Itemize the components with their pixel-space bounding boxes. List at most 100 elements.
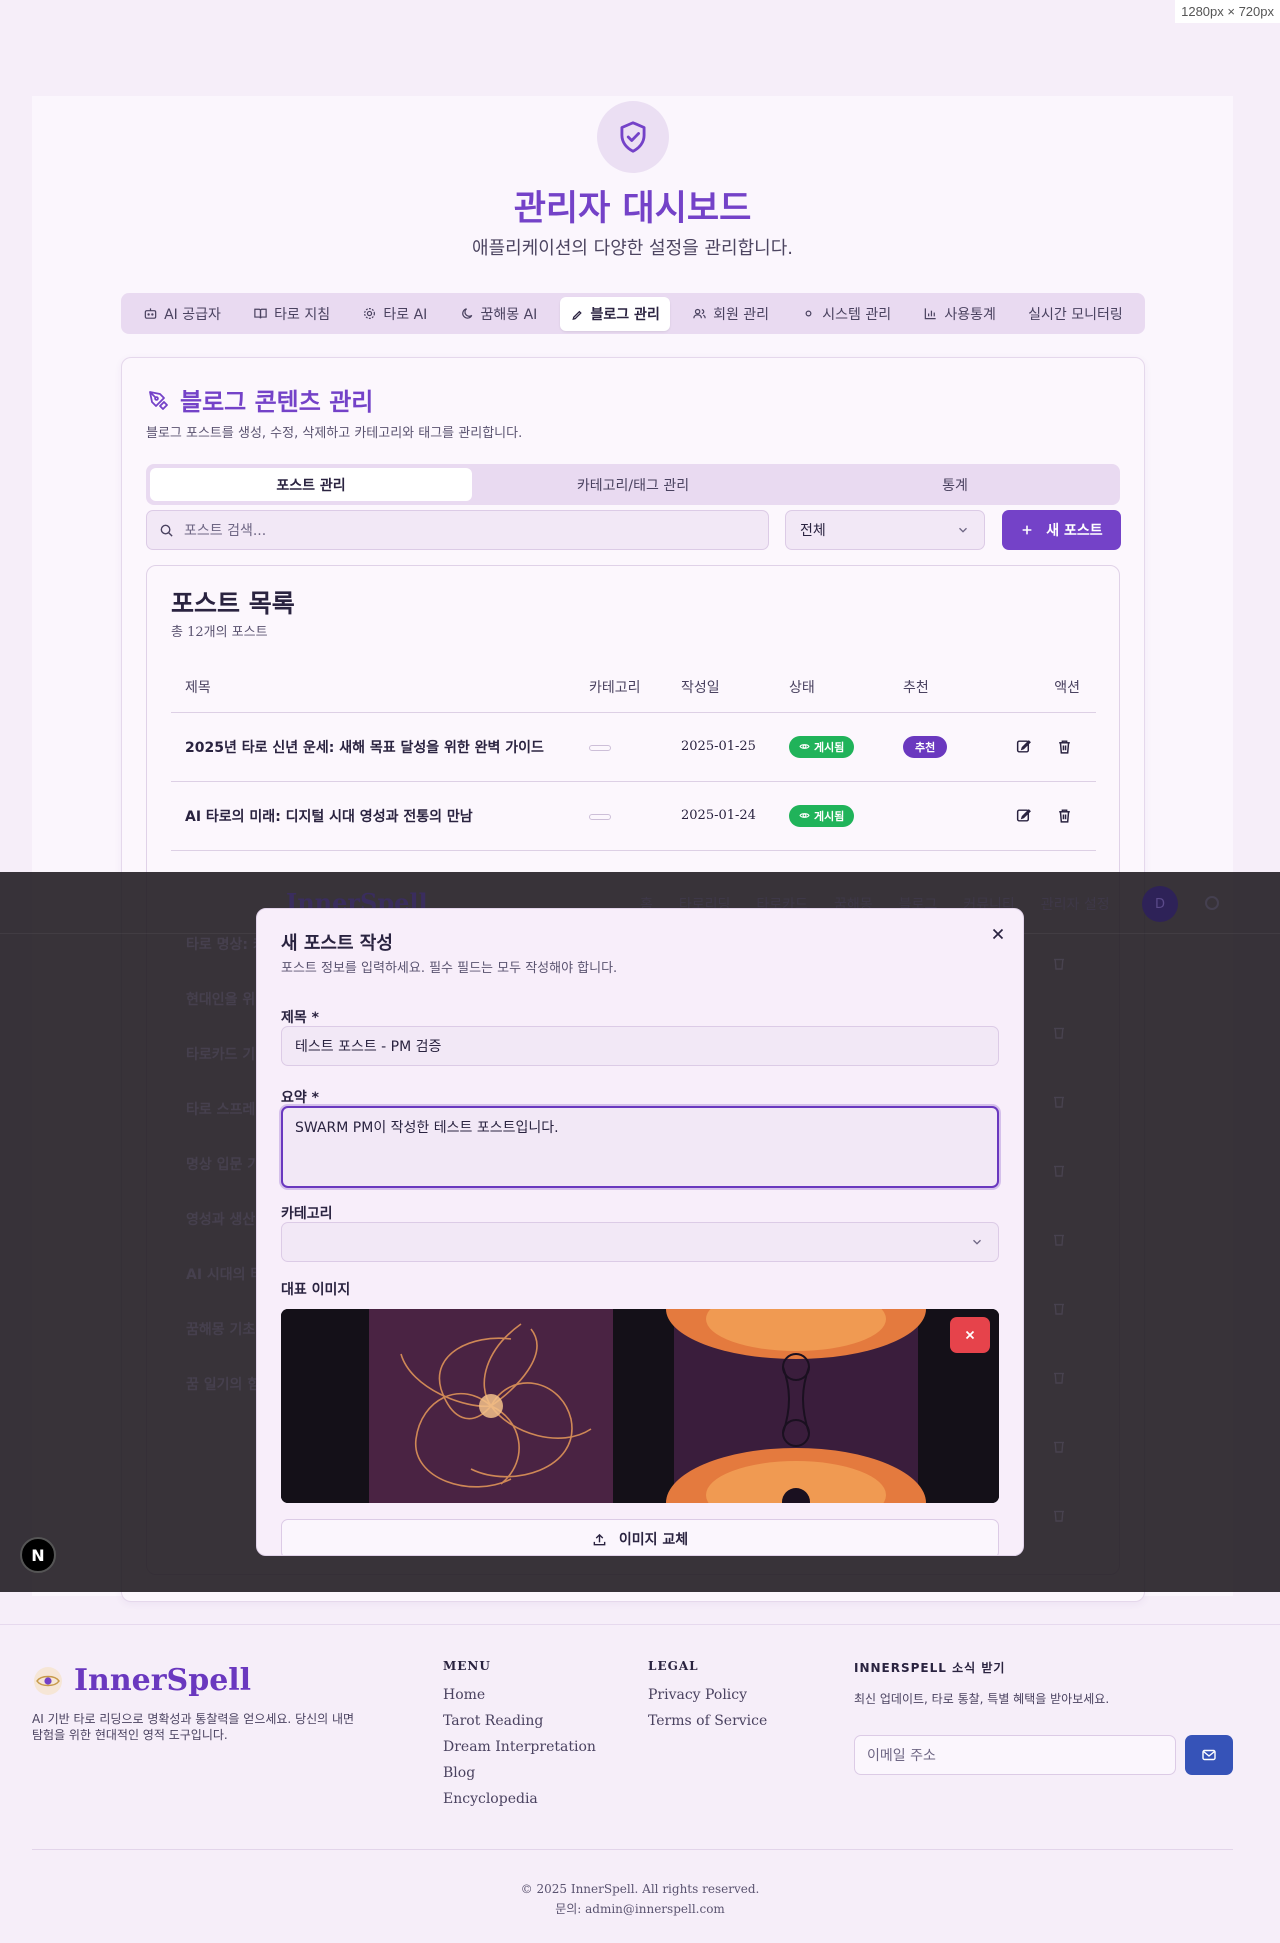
post-actions — [1001, 712, 1096, 782]
tab-label: 회원 관리 — [713, 306, 770, 323]
footer-link-home[interactable]: Home — [443, 1687, 596, 1703]
eye-logo-icon — [34, 1666, 62, 1695]
post-title: AI 타로의 미래: 디지털 시대 영성과 전통의 만남 — [171, 781, 575, 851]
title-field[interactable]: 테스트 포스트 - PM 검증 — [281, 1026, 999, 1066]
footer-tagline: AI 기반 타로 리딩으로 명확성과 통찰력을 얻으세요. 당신의 내면 탐험을… — [32, 1712, 355, 1742]
category-pill — [589, 744, 611, 751]
edit-icon[interactable] — [1015, 807, 1032, 824]
nextjs-dev-badge[interactable]: N — [20, 1537, 56, 1573]
tab-label: 실시간 모니터링 — [1028, 306, 1123, 323]
dimmed-row-title: 현대인을 위 — [186, 992, 256, 1008]
post-featured — [889, 781, 1001, 851]
featured-badge: 추천 — [903, 735, 948, 758]
dimmed-row-title: 타로카드 기 — [186, 1047, 256, 1063]
edit-icon[interactable] — [1015, 738, 1032, 755]
footer-legal-heading: LEGAL — [648, 1659, 699, 1673]
footer-link-blog[interactable]: Blog — [443, 1765, 596, 1781]
subtab-stats[interactable]: 통계 — [794, 468, 1116, 501]
col-actions: 액션 — [1001, 662, 1096, 713]
footer-divider — [32, 1849, 1233, 1850]
tab-usage-stats[interactable]: 사용통계 — [913, 297, 1006, 331]
footer-newsletter: INNERSPELL 소식 받기 최신 업데이트, 타로 통찰, 특별 혜택을 … — [854, 1659, 1234, 1789]
post-date: 2025-01-24 — [667, 781, 775, 851]
upload-icon — [593, 1533, 606, 1545]
summary-field-label: 요약 * — [281, 1090, 319, 1106]
footer-brand[interactable]: InnerSpell — [32, 1663, 251, 1698]
footer-copyright: © 2025 InnerSpell. All rights reserved. … — [0, 1879, 1280, 1919]
shield-badge — [597, 101, 669, 173]
title-field-label: 제목 * — [281, 1010, 319, 1026]
avatar: D — [1142, 886, 1178, 922]
sun-icon — [1205, 896, 1219, 910]
tab-member-management[interactable]: 회원 관리 — [682, 297, 779, 331]
col-title: 제목 — [171, 662, 575, 713]
tab-label: 타로 AI — [383, 306, 428, 323]
newsletter-description: 최신 업데이트, 타로 통찰, 특별 혜택을 받아보세요. — [854, 1692, 1110, 1706]
featured-image-preview — [281, 1309, 999, 1503]
remove-image-button[interactable] — [950, 1317, 990, 1353]
footer-link-tarot-reading[interactable]: Tarot Reading — [443, 1713, 596, 1729]
tab-tarot-ai[interactable]: 타로 AI — [352, 297, 437, 331]
new-post-button[interactable]: 새 포스트 — [1002, 510, 1121, 550]
col-status: 상태 — [775, 662, 889, 713]
table-header-row: 제목 카테고리 작성일 상태 추천 액션 — [171, 662, 1096, 713]
tab-ai-provider[interactable]: AI 공급자 — [133, 297, 231, 331]
newsletter-submit-button[interactable] — [1185, 1735, 1233, 1775]
tab-label: 블로그 관리 — [590, 306, 660, 323]
post-list-title: 포스트 목록 — [171, 589, 295, 618]
footer-link-terms[interactable]: Terms of Service — [648, 1713, 767, 1729]
newsletter-email-input[interactable]: 이메일 주소 — [854, 1735, 1176, 1775]
pen-tool-icon — [149, 390, 168, 410]
subtab-posts[interactable]: 포스트 관리 — [150, 468, 472, 501]
dimmed-trash-icon — [1054, 1510, 1064, 1522]
dimmed-row-title: 영성과 생산 — [186, 1212, 256, 1228]
footer-brand-name: InnerSpell — [74, 1663, 252, 1698]
footer-legal: LEGAL Privacy Policy Terms of Service — [648, 1659, 767, 1739]
subtab-categories-tags[interactable]: 카테고리/태그 관리 — [472, 468, 794, 501]
replace-image-label: 이미지 교체 — [618, 1532, 689, 1548]
tab-system-management[interactable]: 시스템 관리 — [791, 297, 901, 331]
bot-icon — [144, 308, 157, 319]
status-filter-select[interactable]: 전체 — [785, 510, 985, 550]
post-featured: 추천 — [889, 712, 1001, 782]
eye-icon — [799, 813, 810, 818]
close-icon[interactable] — [989, 925, 1007, 943]
post-date: 2025-01-25 — [667, 712, 775, 782]
tab-label: 꿈해몽 AI — [480, 306, 538, 323]
modal-backdrop[interactable]: InnerSpell 홈 타로리딩 타로카드 꿈해몽 블로그 커뮤니티 관리자 … — [0, 872, 1280, 1592]
page-title: 관리자 대시보드 — [513, 189, 752, 229]
moon-icon — [461, 308, 472, 319]
dimmed-row-title: 꿈 일기의 힘 — [186, 1377, 261, 1393]
post-title: 2025년 타로 신년 운세: 새해 목표 달성을 위한 완벽 가이드 — [171, 712, 575, 782]
footer-link-privacy[interactable]: Privacy Policy — [648, 1687, 767, 1703]
tab-label: 시스템 관리 — [822, 306, 892, 323]
tab-label: 사용통계 — [944, 306, 996, 323]
tab-realtime-monitoring[interactable]: 실시간 모니터링 — [1018, 297, 1133, 331]
dimmed-row-title: 타로 스프레 — [186, 1102, 256, 1118]
blog-card-description: 블로그 포스트를 생성, 수정, 삭제하고 카테고리와 태그를 관리합니다. — [146, 426, 523, 441]
tab-dream-ai[interactable]: 꿈해몽 AI — [450, 297, 548, 331]
contact-email[interactable]: 문의: admin@innerspell.com — [0, 1899, 1280, 1919]
summary-field[interactable]: SWARM PM이 작성한 테스트 포스트입니다. — [281, 1106, 999, 1188]
viewport-size-label: 1280px × 720px — [1175, 0, 1280, 23]
footer-link-dream[interactable]: Dream Interpretation — [443, 1739, 596, 1755]
col-category: 카테고리 — [575, 662, 667, 713]
dialog-title: 새 포스트 작성 — [281, 933, 393, 954]
tab-label: AI 공급자 — [164, 306, 221, 323]
title-field-value: 테스트 포스트 - PM 검증 — [295, 1039, 442, 1055]
tab-blog-management[interactable]: 블로그 관리 — [559, 296, 670, 331]
users-icon — [693, 308, 706, 319]
trash-icon[interactable] — [1056, 738, 1073, 755]
category-select[interactable] — [281, 1222, 999, 1262]
table-row: AI 타로의 미래: 디지털 시대 영성과 전통의 만남 2025-01-24 … — [171, 781, 1096, 851]
trash-icon[interactable] — [1056, 807, 1073, 824]
footer-link-encyclopedia[interactable]: Encyclopedia — [443, 1791, 596, 1807]
replace-image-button[interactable]: 이미지 교체 — [281, 1519, 999, 1555]
col-date: 작성일 — [667, 662, 775, 713]
dot-icon — [805, 310, 812, 317]
tab-tarot-guidelines[interactable]: 타로 지침 — [243, 297, 340, 331]
post-search-input[interactable]: 포스트 검색... — [146, 510, 769, 550]
status-label: 게시됨 — [814, 809, 845, 823]
image-field-label: 대표 이미지 — [281, 1282, 351, 1298]
dimmed-row-title: 꿈해몽 기초 — [186, 1322, 256, 1338]
